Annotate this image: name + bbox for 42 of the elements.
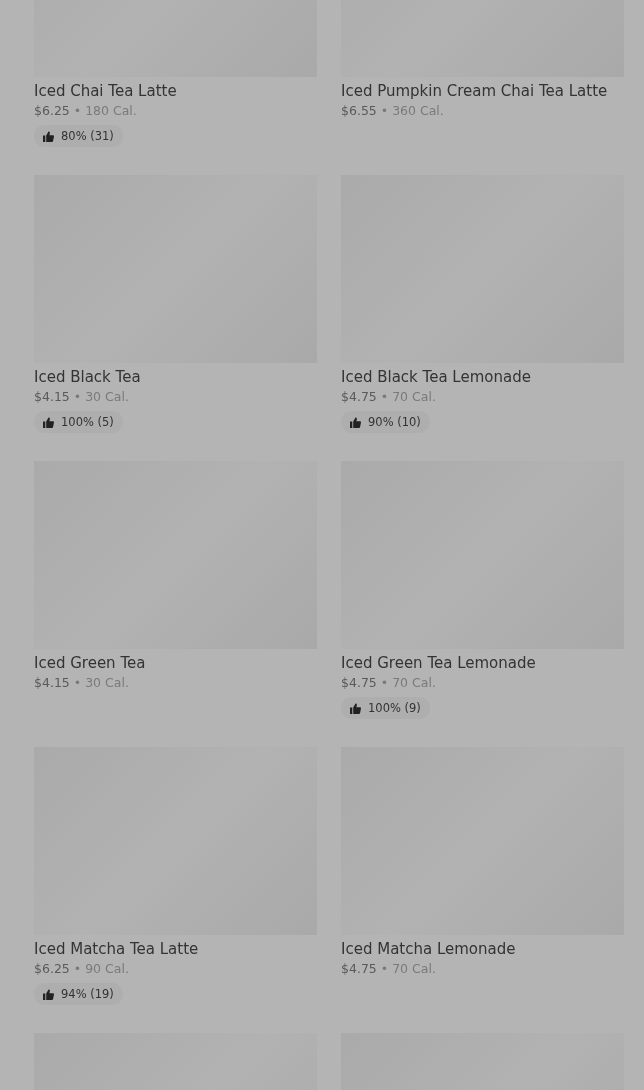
price: $6.25: [34, 103, 70, 118]
separator-dot: •: [380, 389, 389, 404]
price: $4.75: [341, 961, 377, 976]
calories: 360 Cal.: [392, 103, 444, 118]
product-name[interactable]: Iced Pumpkin Cream Chai Tea Latte: [341, 81, 624, 101]
price: $4.75: [341, 389, 377, 404]
calories: 30 Cal.: [85, 675, 129, 690]
price: $6.55: [341, 103, 377, 118]
calories: 70 Cal.: [392, 389, 436, 404]
thumbs-up-icon: [43, 416, 54, 428]
product-name[interactable]: Iced Black Tea Lemonade: [341, 367, 624, 387]
price: $4.15: [34, 389, 70, 404]
calories: 70 Cal.: [392, 675, 436, 690]
product-name[interactable]: Iced Chai Tea Latte: [34, 81, 317, 101]
rating-badge: 100% (5): [34, 411, 123, 433]
separator-dot: •: [380, 961, 389, 976]
separator-dot: •: [380, 675, 389, 690]
product-name[interactable]: Iced Green Tea: [34, 653, 317, 673]
thumbs-up-icon: [350, 702, 361, 714]
rating-badge: 90% (10): [341, 411, 430, 433]
thumbs-up-icon: [43, 130, 54, 142]
separator-dot: •: [73, 675, 82, 690]
product-name[interactable]: Iced Green Tea Lemonade: [341, 653, 624, 673]
product-name[interactable]: Iced Black Tea: [34, 367, 317, 387]
thumbs-up-icon: [350, 416, 361, 428]
rating-badge: 100% (9): [341, 697, 430, 719]
product-name[interactable]: Iced Matcha Tea Latte: [34, 939, 317, 959]
calories: 180 Cal.: [85, 103, 137, 118]
thumbs-up-icon: [43, 988, 54, 1000]
product-name[interactable]: Iced Matcha Lemonade: [341, 939, 624, 959]
rating-badge: 80% (31): [34, 125, 123, 147]
calories: 30 Cal.: [85, 389, 129, 404]
separator-dot: •: [73, 389, 82, 404]
calories: 70 Cal.: [392, 961, 436, 976]
price: $4.75: [341, 675, 377, 690]
price: $6.25: [34, 961, 70, 976]
separator-dot: •: [73, 961, 82, 976]
price: $4.15: [34, 675, 70, 690]
calories: 90 Cal.: [85, 961, 129, 976]
rating-badge: 94% (19): [34, 983, 123, 1005]
separator-dot: •: [73, 103, 82, 118]
separator-dot: •: [380, 103, 389, 118]
